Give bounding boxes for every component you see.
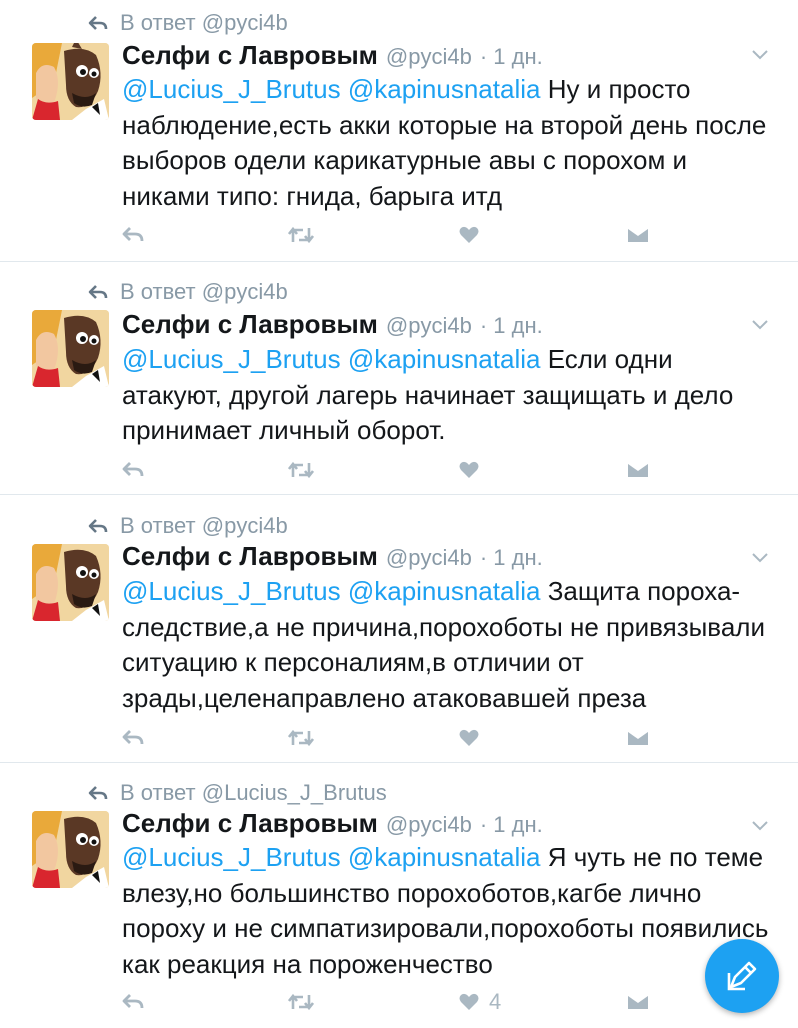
retweet-icon [288,461,314,479]
like-count: 4 [489,989,502,1014]
reply-context[interactable]: В ответ @Lucius_J_Brutus [88,780,387,806]
tweet-actions [122,461,682,481]
chevron-down-icon[interactable] [752,50,768,60]
reply-context[interactable]: В ответ @pyci4b [88,10,288,36]
reply-arrow-icon [88,285,108,299]
direct-message-icon [627,994,649,1009]
tweet-mentions[interactable]: @Lucius_J_Brutus @kapinusnatalia [122,842,540,872]
reply-to-text: В ответ @pyci4b [120,279,288,304]
tweet-mentions[interactable]: @Lucius_J_Brutus @kapinusnatalia [122,74,540,104]
tweet-text: @Lucius_J_Brutus @kapinusnatalia Ну и пр… [122,72,772,214]
reply-button[interactable] [122,226,144,242]
avatar[interactable] [32,544,109,621]
tweet-header: Селфи с Лавровым @pyci4b · 1 дн. [122,541,543,572]
user-handle[interactable]: @pyci4b [386,812,472,838]
tweet-text: @Lucius_J_Brutus @kapinusnatalia Я чуть … [122,840,772,982]
tweet-actions [122,729,682,749]
tweet-mentions[interactable]: @Lucius_J_Brutus @kapinusnatalia [122,576,540,606]
tweet[interactable]: В ответ @pyci4b Селфи с Лавровым @pyci4b… [0,262,798,495]
reply-icon [122,227,144,242]
reply-icon [122,730,144,745]
retweet-icon [288,226,314,244]
tweet-actions: 4 [122,989,682,1014]
chevron-down-icon[interactable] [752,553,768,563]
like-button[interactable]: 4 [459,989,501,1015]
heart-icon [459,993,479,1010]
chevron-down-icon[interactable] [752,821,768,831]
direct-message-icon [627,730,649,745]
reply-button[interactable] [122,461,144,477]
reply-context[interactable]: В ответ @pyci4b [88,279,288,305]
avatar[interactable] [32,811,109,888]
retweet-button[interactable] [288,993,314,1011]
reply-to-text: В ответ @Lucius_J_Brutus [120,780,387,805]
retweet-button[interactable] [288,461,314,479]
tweet[interactable]: В ответ @pyci4b Селфи с Лавровым @pyci4b… [0,0,798,262]
tweet-text: @Lucius_J_Brutus @kapinusnatalia Защита … [122,574,772,716]
tweet[interactable]: В ответ @pyci4b Селфи с Лавровым @pyci4b… [0,495,798,763]
reply-button[interactable] [122,993,144,1009]
like-button[interactable] [459,226,489,244]
user-handle[interactable]: @pyci4b [386,545,472,571]
avatar-image [32,43,109,120]
compose-tweet-icon [727,961,757,991]
tweet[interactable]: В ответ @Lucius_J_Brutus Селфи с Лавровы… [0,763,798,1028]
reply-to-text: В ответ @pyci4b [120,513,288,538]
direct-message-icon [627,462,649,477]
tweet-header: Селфи с Лавровым @pyci4b · 1 дн. [122,40,543,71]
user-handle[interactable]: @pyci4b [386,313,472,339]
reply-context[interactable]: В ответ @pyci4b [88,513,288,539]
direct-message-button[interactable] [627,993,649,1011]
tweet-text: @Lucius_J_Brutus @kapinusnatalia Если од… [122,342,772,449]
chevron-down-icon[interactable] [752,320,768,330]
avatar-image [32,811,109,888]
like-button[interactable] [459,729,489,747]
tweet-time[interactable]: · 1 дн. [480,545,543,571]
heart-icon [459,461,479,478]
reply-arrow-icon [88,786,108,800]
tweet-time[interactable]: · 1 дн. [480,44,543,70]
tweet-time[interactable]: · 1 дн. [480,313,543,339]
user-name[interactable]: Селфи с Лавровым [122,309,378,340]
retweet-icon [288,729,314,747]
direct-message-button[interactable] [627,226,649,244]
reply-button[interactable] [122,729,144,745]
reply-arrow-icon [88,16,108,30]
reply-icon [122,994,144,1009]
heart-icon [459,729,479,746]
heart-icon [459,226,479,243]
reply-arrow-icon [88,519,108,533]
retweet-button[interactable] [288,226,314,244]
reply-to-text: В ответ @pyci4b [120,10,288,35]
compose-tweet-button[interactable] [705,939,779,1013]
tweet-header: Селфи с Лавровым @pyci4b · 1 дн. [122,808,543,839]
avatar[interactable] [32,43,109,120]
retweet-button[interactable] [288,729,314,747]
user-handle[interactable]: @pyci4b [386,44,472,70]
avatar-image [32,310,109,387]
retweet-icon [288,993,314,1011]
tweet-header: Селфи с Лавровым @pyci4b · 1 дн. [122,309,543,340]
avatar-image [32,544,109,621]
timeline: В ответ @pyci4b Селфи с Лавровым @pyci4b… [0,0,798,1028]
user-name[interactable]: Селфи с Лавровым [122,808,378,839]
tweet-time[interactable]: · 1 дн. [480,812,543,838]
tweet-mentions[interactable]: @Lucius_J_Brutus @kapinusnatalia [122,344,540,374]
direct-message-icon [627,227,649,242]
avatar[interactable] [32,310,109,387]
like-button[interactable] [459,461,489,479]
user-name[interactable]: Селфи с Лавровым [122,541,378,572]
tweet-actions [122,226,682,246]
user-name[interactable]: Селфи с Лавровым [122,40,378,71]
direct-message-button[interactable] [627,461,649,479]
reply-icon [122,462,144,477]
direct-message-button[interactable] [627,729,649,747]
